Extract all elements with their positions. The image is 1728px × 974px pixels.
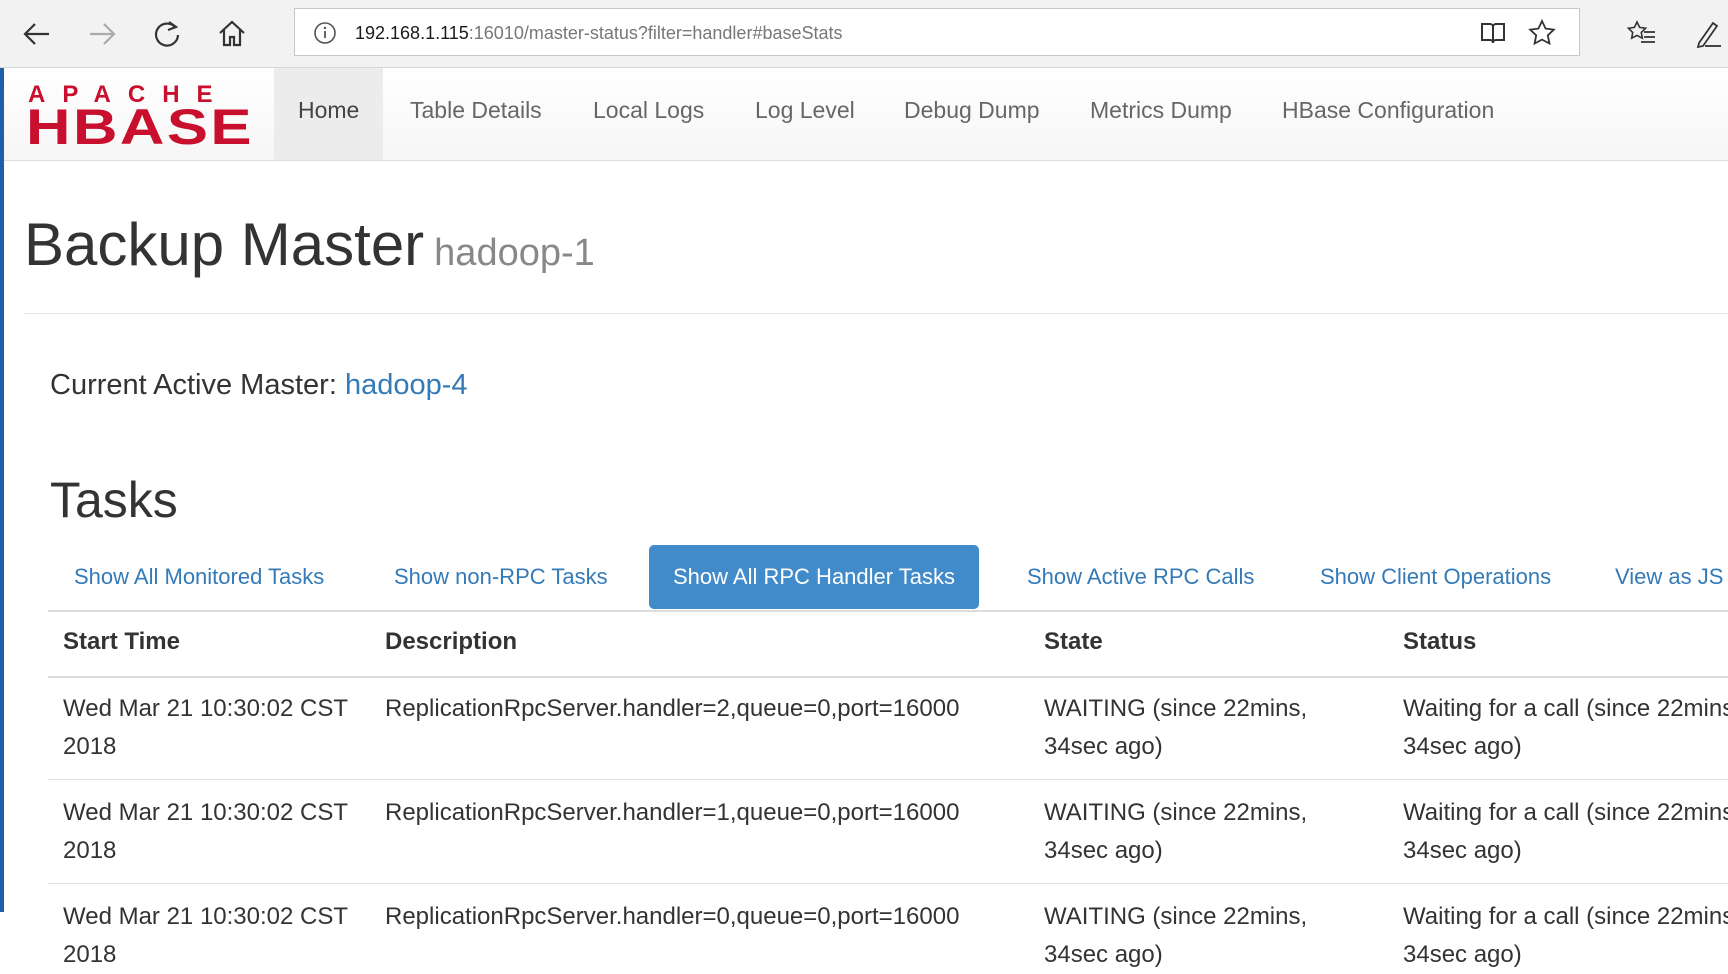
table-row-description: ReplicationRpcServer.handler=0,queue=0,p…	[385, 903, 960, 930]
column-header-start-time: Start Time	[63, 628, 180, 655]
reading-view-icon[interactable]	[1477, 17, 1509, 49]
url-path: :16010/master-status?filter=handler#base…	[468, 23, 843, 43]
window-edge	[0, 68, 4, 912]
page-title-text: Backup Master	[24, 211, 425, 278]
home-icon[interactable]	[212, 14, 252, 54]
active-master-label: Current Active Master:	[50, 369, 337, 401]
active-master-line: Current Active Master: hadoop-4	[50, 369, 468, 402]
tab-non-rpc-tasks[interactable]: Show non-RPC Tasks	[370, 545, 632, 609]
tab-all-rpc-handler-tasks[interactable]: Show All RPC Handler Tasks	[649, 545, 980, 609]
table-row-state: WAITING (since 22mins, 34sec ago)	[1044, 903, 1308, 968]
nav-hbase-configuration[interactable]: HBase Configuration	[1282, 68, 1494, 160]
tabs-divider	[48, 610, 1728, 612]
pen-icon[interactable]	[1688, 14, 1728, 54]
nav-local-logs[interactable]: Local Logs	[593, 68, 704, 160]
tab-all-monitored-tasks[interactable]: Show All Monitored Tasks	[50, 545, 348, 609]
table-row-start-time: Wed Mar 21 10:30:02 CST 2018	[63, 695, 348, 760]
hbase-logo[interactable]: APACHE HBASE	[26, 78, 256, 155]
url-text[interactable]: 192.168.1.115:16010/master-status?filter…	[355, 21, 843, 45]
forward-arrow-icon[interactable]	[82, 14, 122, 54]
column-header-state: State	[1044, 628, 1103, 655]
row-divider	[48, 779, 1728, 780]
table-row-start-time: Wed Mar 21 10:30:02 CST 2018	[63, 799, 348, 864]
tasks-heading: Tasks	[50, 472, 178, 528]
table-row-state: WAITING (since 22mins, 34sec ago)	[1044, 799, 1308, 864]
browser-toolbar: 192.168.1.115:16010/master-status?filter…	[0, 0, 1728, 68]
table-header-divider	[48, 676, 1728, 678]
column-header-description: Description	[385, 628, 518, 655]
table-row-description: ReplicationRpcServer.handler=2,queue=0,p…	[385, 695, 960, 722]
logo-hbase-text: HBASE	[26, 99, 254, 150]
column-header-status: Status	[1403, 628, 1477, 655]
nav-debug-dump[interactable]: Debug Dump	[904, 68, 1040, 160]
page-subtitle: hadoop-1	[434, 232, 595, 274]
tab-view-as-json[interactable]: View as JS	[1591, 545, 1728, 609]
divider	[24, 313, 1728, 314]
nav-table-details[interactable]: Table Details	[410, 68, 542, 160]
row-divider	[48, 883, 1728, 884]
info-icon[interactable]	[313, 21, 337, 45]
navbar: APACHE HBASE Home Table Details Local Lo…	[4, 68, 1728, 161]
table-row-start-time: Wed Mar 21 10:30:02 CST 2018	[63, 903, 348, 968]
page-title: Backup Master hadoop-1	[24, 210, 595, 288]
active-master-link[interactable]: hadoop-4	[345, 369, 468, 401]
table-row-status: Waiting for a call (since 22mins, 34sec …	[1403, 695, 1728, 760]
favorite-star-icon[interactable]	[1526, 17, 1558, 49]
url-host: 192.168.1.115	[355, 23, 469, 43]
favorites-list-icon[interactable]	[1622, 14, 1662, 54]
nav-home[interactable]: Home	[274, 68, 384, 160]
nav-log-level[interactable]: Log Level	[755, 68, 855, 160]
refresh-icon[interactable]	[147, 14, 187, 54]
address-bar[interactable]: 192.168.1.115:16010/master-status?filter…	[294, 8, 1580, 56]
back-arrow-icon[interactable]	[17, 14, 57, 54]
table-row-status: Waiting for a call (since 22mins, 34sec …	[1403, 799, 1728, 864]
tab-active-rpc-calls[interactable]: Show Active RPC Calls	[1003, 545, 1278, 609]
tab-client-operations[interactable]: Show Client Operations	[1296, 545, 1575, 609]
table-row-state: WAITING (since 22mins, 34sec ago)	[1044, 695, 1308, 760]
nav-metrics-dump[interactable]: Metrics Dump	[1090, 68, 1232, 160]
table-row-description: ReplicationRpcServer.handler=1,queue=0,p…	[385, 799, 960, 826]
table-row-status: Waiting for a call (since 22mins, 34sec …	[1403, 903, 1728, 968]
